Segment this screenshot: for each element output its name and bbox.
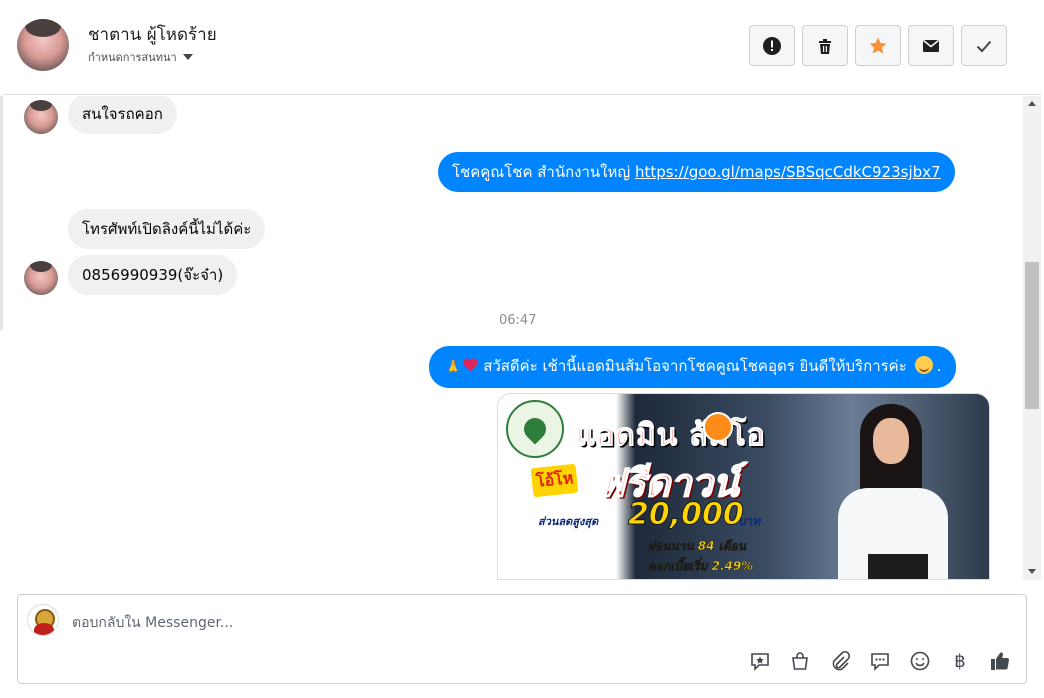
praying-hands-icon: 🙏 — [445, 360, 462, 375]
check-icon — [976, 40, 992, 52]
outgoing-message: 🙏 สวัสดีค่ะ เช้านี้แอดมินส้มโอจากโชคคูณโช… — [429, 346, 956, 388]
star-button[interactable] — [855, 25, 901, 66]
delete-button[interactable] — [802, 25, 848, 66]
thread-scrollbar[interactable] — [1023, 96, 1041, 580]
saved-reply-icon — [871, 653, 889, 671]
trash-icon — [819, 38, 831, 54]
heart-icon — [463, 359, 477, 372]
mark-unread-button[interactable] — [908, 25, 954, 66]
caret-down-icon — [182, 54, 193, 60]
like-button[interactable] — [986, 647, 1014, 675]
model-skirt — [868, 554, 928, 579]
alert-icon — [763, 36, 781, 55]
schedule-label: กำหนดการสนทนา — [88, 51, 177, 64]
conversation-header: ชาตาน ผู้โหดร้าย กำหนดการสนทนา — [3, 0, 1041, 95]
orange-fruit-icon — [703, 412, 733, 442]
heart-eyes-emoji-icon — [914, 356, 933, 374]
sticker-icon — [751, 653, 769, 671]
star-icon — [869, 37, 887, 54]
scroll-down-arrow-icon[interactable] — [1028, 569, 1036, 574]
sticker-button[interactable] — [746, 647, 774, 675]
promo-currency: บาท — [738, 514, 761, 528]
contact-avatar-small — [24, 100, 58, 134]
message-timestamp: 06:47 — [499, 313, 537, 328]
reply-input[interactable]: ตอบกลับใน Messenger... — [72, 612, 233, 634]
shop-button[interactable] — [786, 647, 814, 675]
outgoing-message: โชคคูณโชค สำนักงานใหญ่ https://goo.gl/ma… — [438, 152, 955, 192]
message-text: สวัสดีค่ะ เช้านี้แอดมินส้มโอจากโชคคูณโชค… — [483, 357, 907, 375]
like-icon — [991, 652, 1010, 670]
mark-done-button[interactable] — [961, 25, 1007, 66]
conversation-schedule-dropdown[interactable]: กำหนดการสนทนา — [88, 48, 193, 66]
scroll-up-arrow-icon[interactable] — [1028, 101, 1036, 106]
scrollbar-thumb[interactable] — [1025, 262, 1039, 409]
contact-avatar-small — [24, 261, 58, 295]
message-suffix: . — [936, 357, 942, 375]
payment-button[interactable]: ฿ — [946, 647, 974, 675]
attach-button[interactable] — [826, 647, 854, 675]
promo-installment: ผ่อนนาน 84 เดือน — [648, 539, 746, 554]
promo-amount: 20,000 — [628, 497, 745, 533]
composer-toolbar: ฿ — [746, 647, 1014, 675]
incoming-message: 0856990939(จ๊ะจ๋า) — [68, 255, 238, 295]
attach-icon — [832, 650, 851, 671]
promo-discount-label: ส่วนลดสูงสุด — [538, 515, 599, 528]
emoji-button[interactable] — [906, 647, 934, 675]
header-actions — [749, 25, 1007, 66]
promo-image[interactable]: แอดมิน ส้มโอ โอ้โห ฟรีดาวน์ ส่วนลดสูงสุด… — [497, 393, 990, 580]
saved-replies-button[interactable] — [866, 647, 894, 675]
dealer-logo — [506, 400, 564, 458]
page-avatar — [27, 604, 59, 636]
promo-model-photo — [828, 404, 958, 579]
emoji-icon — [910, 651, 930, 671]
message-text: โชคคูณโชค สำนักงานใหญ่ — [452, 163, 635, 181]
mail-icon — [923, 39, 939, 52]
reply-composer[interactable]: ตอบกลับใน Messenger... ฿ — [17, 594, 1027, 684]
promo-gift-badge: โอ้โห — [530, 463, 579, 498]
contact-avatar[interactable] — [17, 19, 69, 71]
incoming-message: โทรศัพท์เปิดลิงค์นี้ไม่ได้ค่ะ — [68, 209, 266, 249]
incoming-message: สนใจรถคอก — [68, 96, 177, 134]
shop-icon — [792, 652, 808, 670]
contact-name[interactable]: ชาตาน ผู้โหดร้าย — [88, 21, 217, 48]
maps-link[interactable]: https://goo.gl/maps/SBSqcCdkC923sjbx7 — [635, 163, 941, 181]
model-face — [873, 418, 909, 464]
message-thread[interactable]: สนใจรถคอก โชคคูณโชค สำนักงานใหญ่ https:/… — [3, 96, 1023, 580]
mark-spam-button[interactable] — [749, 25, 795, 66]
promo-interest: ดอกเบี้ยเริ่ม 2.49% — [648, 559, 754, 574]
baht-icon: ฿ — [954, 650, 966, 672]
